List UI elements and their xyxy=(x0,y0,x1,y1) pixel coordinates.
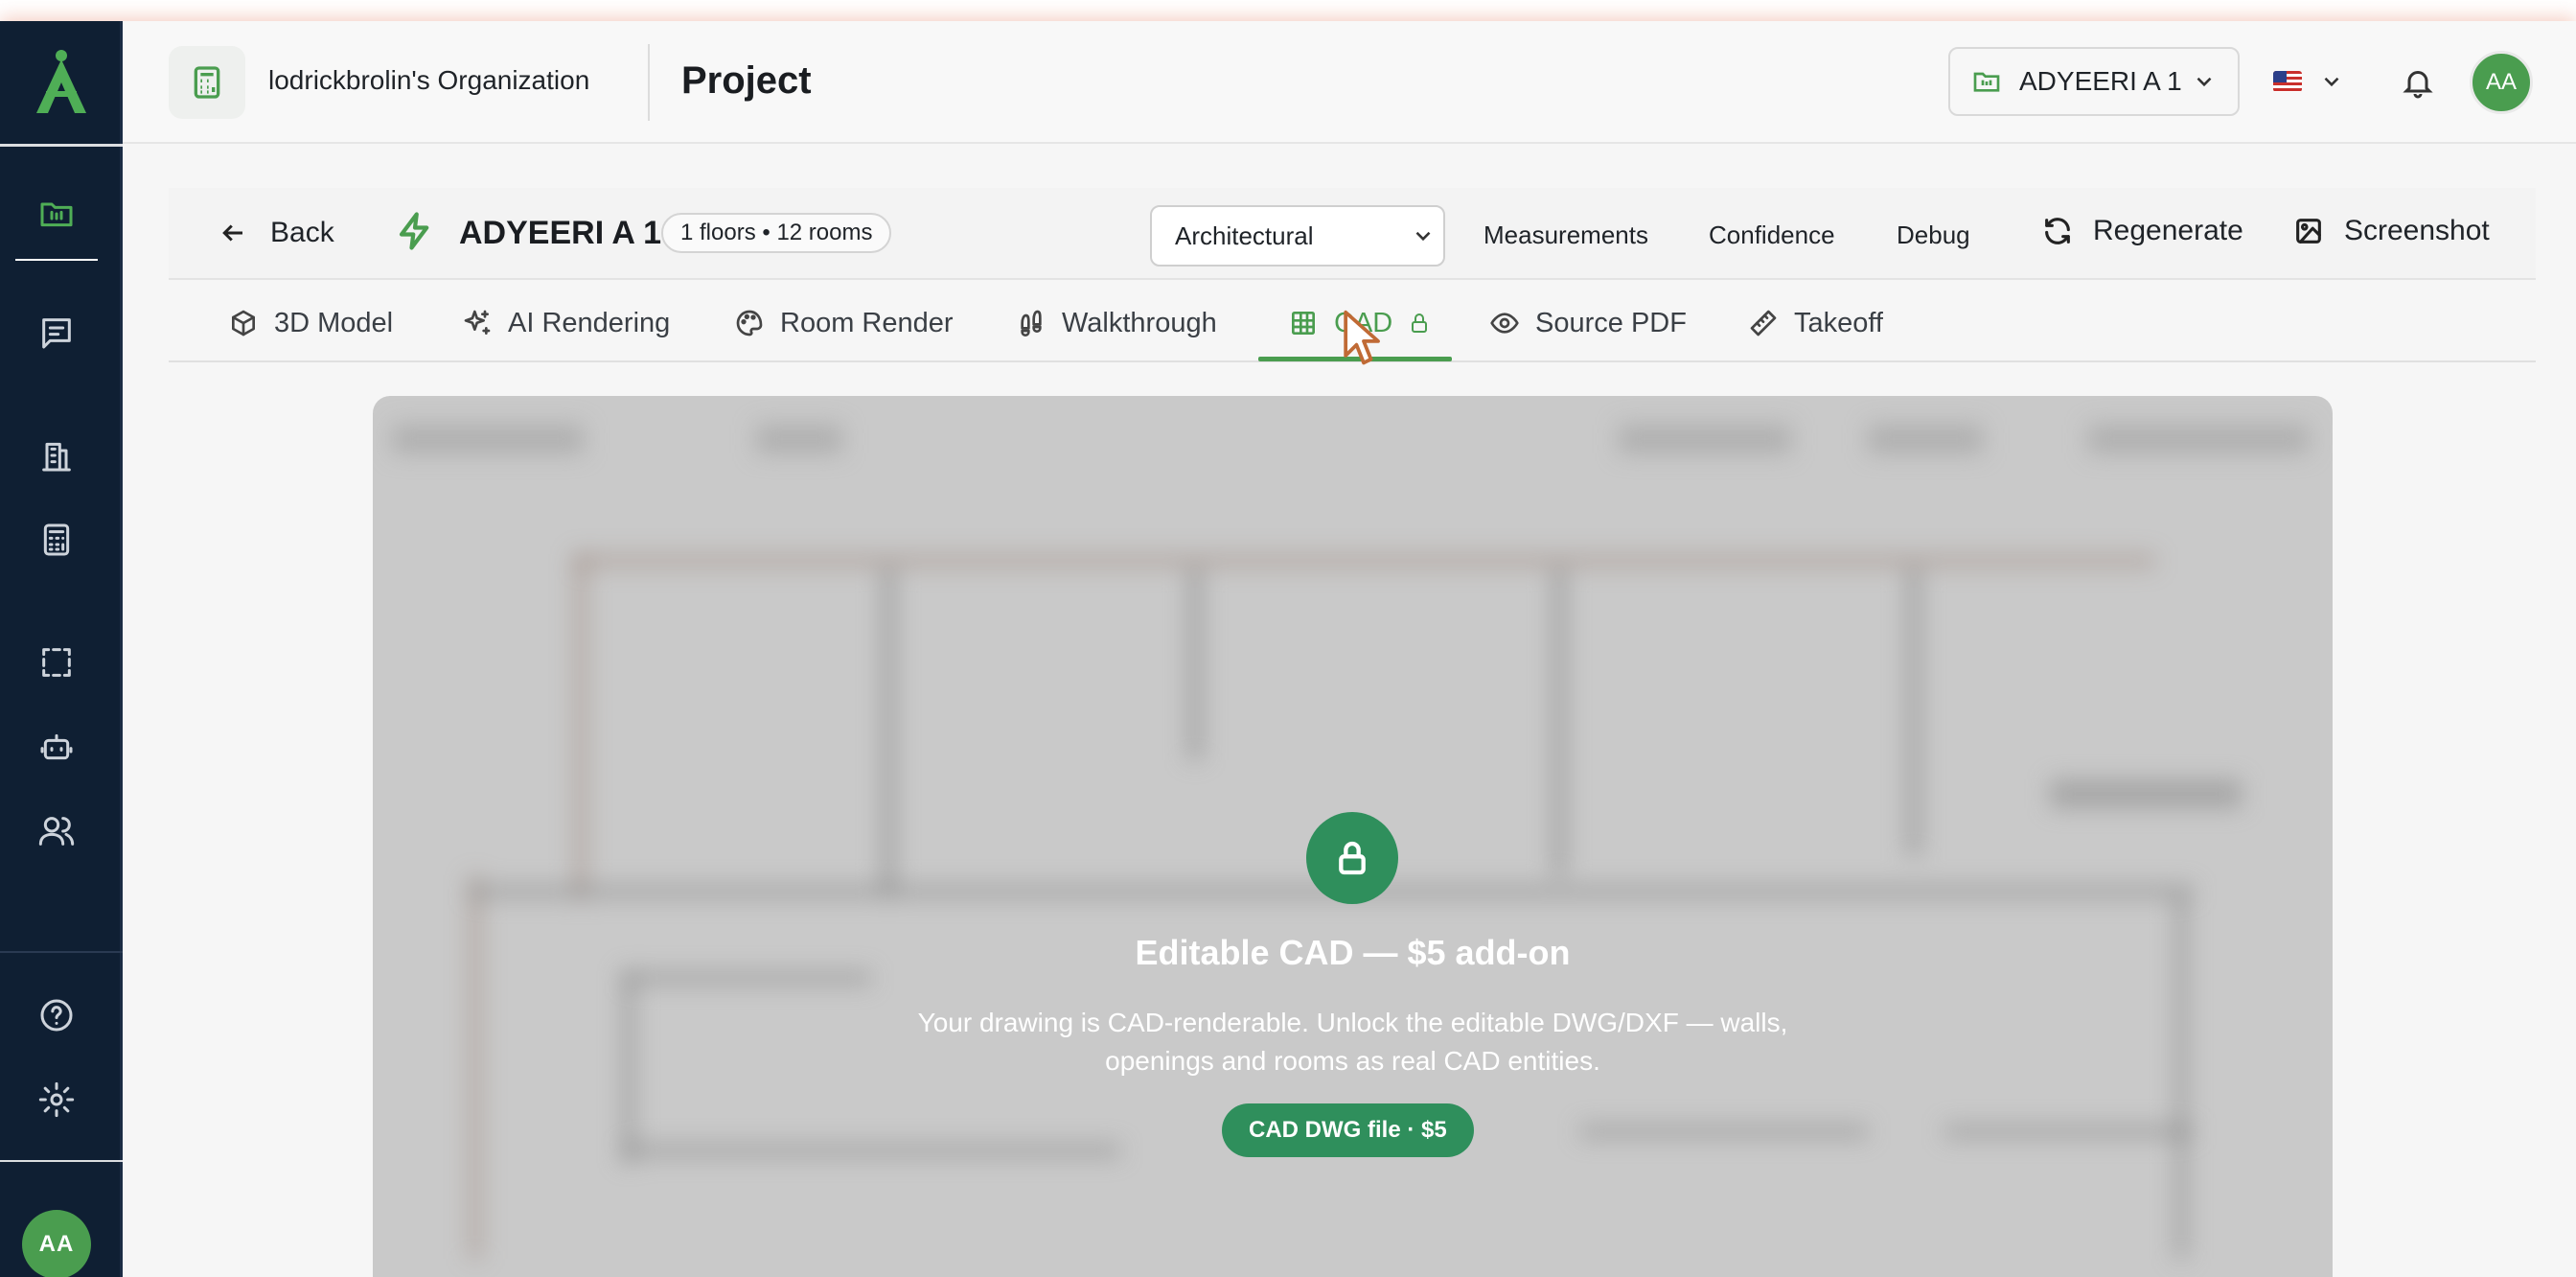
bell-icon[interactable] xyxy=(2401,65,2435,100)
users-icon xyxy=(38,817,75,846)
us-flag-icon[interactable] xyxy=(2273,71,2302,92)
sidebar-item-assistant[interactable] xyxy=(34,725,79,769)
sparkles-icon xyxy=(464,310,491,335)
stats-pill: 1 floors • 12 rooms xyxy=(661,213,892,253)
tab-label: Room Render xyxy=(780,307,954,338)
measurements-toggle[interactable]: Measurements xyxy=(1484,221,1648,250)
mouse-cursor-icon xyxy=(1344,310,1380,365)
tab-3d-model[interactable]: 3D Model xyxy=(228,301,393,345)
chevron-down-icon xyxy=(2196,77,2212,87)
sidebar-item-team[interactable] xyxy=(34,809,79,853)
upsell-description: Your drawing is CAD-renderable. Unlock t… xyxy=(917,1008,1788,1076)
project-toolbar: Back ADYEERI A 1 1 floors • 12 rooms Arc… xyxy=(169,188,2536,280)
sidebar-divider xyxy=(0,1160,123,1162)
footprints-icon xyxy=(1021,310,1042,337)
window-top-strip xyxy=(0,0,2576,21)
help-icon xyxy=(40,999,73,1032)
back-label: Back xyxy=(270,217,334,248)
sidebar: AA xyxy=(0,21,123,1277)
tab-room-render[interactable]: Room Render xyxy=(734,301,954,345)
calculator-icon xyxy=(43,523,70,556)
chevron-down-icon xyxy=(1415,231,1431,242)
lock-icon xyxy=(1339,841,1366,875)
eye-icon xyxy=(1490,313,1519,334)
selection-icon xyxy=(42,648,71,677)
palette-icon xyxy=(736,310,763,337)
sidebar-divider xyxy=(0,951,123,953)
tab-label: 3D Model xyxy=(274,307,394,338)
projects-icon xyxy=(40,202,73,227)
upsell-title: Editable CAD — $5 add-on xyxy=(1135,933,1571,972)
user-avatar[interactable]: AA xyxy=(2470,51,2533,114)
refresh-icon xyxy=(2045,218,2070,244)
folder-chart-icon xyxy=(1973,72,2000,92)
sidebar-item-estimates[interactable] xyxy=(34,518,79,562)
sidebar-item-projects[interactable] xyxy=(34,192,79,236)
project-name: ADYEERI A 1 xyxy=(459,215,661,251)
tab-ai-rendering[interactable]: AI Rendering xyxy=(462,301,670,345)
tab-label: Walkthrough xyxy=(1062,307,1217,338)
cad-preview-panel: Editable CAD — $5 add-on Your drawing is… xyxy=(373,396,2333,1277)
sidebar-divider xyxy=(0,144,123,147)
project-selector[interactable]: ADYEERI A 1 xyxy=(1948,47,2240,116)
tab-label: Takeoff xyxy=(1794,307,1883,338)
tab-label: AI Rendering xyxy=(508,307,671,338)
buy-cad-button[interactable]: CAD DWG file · $5 xyxy=(1222,1103,1474,1157)
lock-badge xyxy=(1306,812,1398,904)
sidebar-item-settings[interactable] xyxy=(34,1078,79,1122)
project-selector-value: ADYEERI A 1 xyxy=(2019,66,2182,96)
screenshot-button[interactable]: Screenshot xyxy=(2292,215,2490,247)
messages-icon xyxy=(42,318,71,349)
image-icon xyxy=(2296,219,2321,244)
top-header: lodrickbrolin's Organization Project ADY… xyxy=(123,21,2576,144)
cube-icon xyxy=(232,310,255,337)
calculator-icon xyxy=(194,66,220,99)
lock-icon xyxy=(1412,313,1428,333)
arrow-left-icon xyxy=(222,224,242,242)
page-title: Project xyxy=(681,59,812,102)
regenerate-button[interactable]: Regenerate xyxy=(2041,215,2243,247)
settings-icon xyxy=(38,1081,75,1118)
chevron-down-icon[interactable] xyxy=(2319,69,2344,94)
view-mode-value: Architectural xyxy=(1175,221,1314,250)
organization-icon[interactable] xyxy=(169,46,245,119)
sidebar-avatar[interactable]: AA xyxy=(22,1210,91,1277)
active-indicator xyxy=(15,259,98,261)
tab-takeoff[interactable]: Takeoff xyxy=(1748,301,1883,345)
organization-name[interactable]: lodrickbrolin's Organization xyxy=(268,65,589,96)
bot-icon xyxy=(40,733,73,760)
tab-walkthrough[interactable]: Walkthrough xyxy=(1016,301,1217,345)
confidence-toggle[interactable]: Confidence xyxy=(1709,221,1835,250)
bolt-icon xyxy=(399,212,429,250)
sidebar-item-help[interactable] xyxy=(34,993,79,1037)
regenerate-label: Regenerate xyxy=(2093,215,2243,246)
grid-icon xyxy=(1292,312,1315,335)
sidebar-item-messages[interactable] xyxy=(34,311,79,355)
sidebar-item-buildings[interactable] xyxy=(34,433,79,477)
screenshot-label: Screenshot xyxy=(2344,215,2490,246)
app-logo-icon[interactable] xyxy=(29,46,94,115)
tab-source-pdf[interactable]: Source PDF xyxy=(1489,301,1687,345)
tab-label: Source PDF xyxy=(1535,307,1687,338)
view-mode-select[interactable]: Architectural xyxy=(1150,205,1445,267)
header-separator xyxy=(648,44,650,121)
sidebar-item-selection[interactable] xyxy=(34,640,79,685)
building-icon xyxy=(42,442,71,472)
ruler-icon xyxy=(1750,310,1777,337)
back-button[interactable]: Back xyxy=(218,217,334,249)
debug-toggle[interactable]: Debug xyxy=(1897,221,1970,250)
